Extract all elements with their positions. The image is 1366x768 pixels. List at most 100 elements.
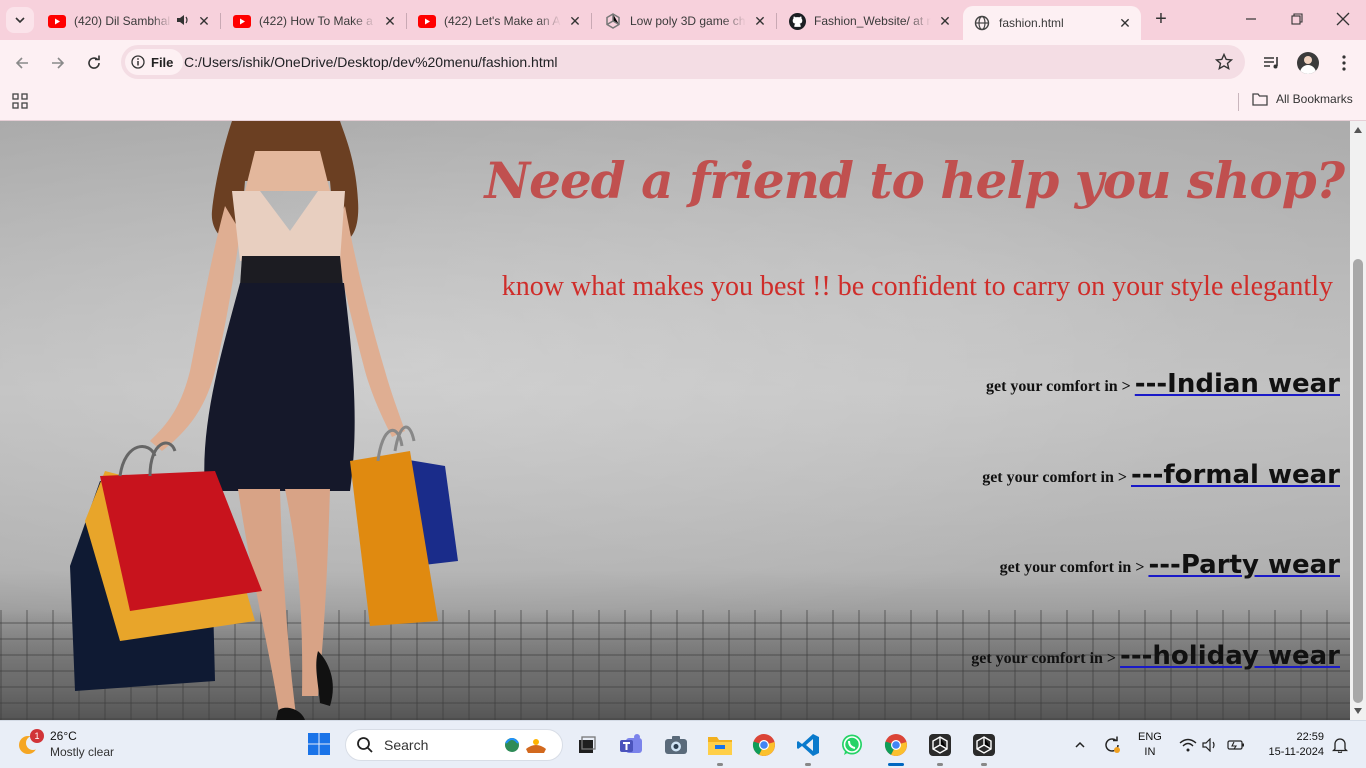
weather-widget[interactable]: 1 26°C Mostly clear <box>16 728 114 760</box>
whatsapp-button[interactable] <box>838 731 866 759</box>
browser-tab[interactable]: (422) Let's Make an A ✕ <box>408 6 592 36</box>
party-wear-link[interactable]: ---Party wear <box>1148 552 1340 578</box>
minimize-button[interactable] <box>1240 8 1262 30</box>
category-row: get your comfort in > ---Party wear <box>1000 552 1340 578</box>
system-clock[interactable]: 22:59 15-11-2024 <box>1254 730 1324 760</box>
tab-close-icon[interactable]: ✕ <box>382 13 398 29</box>
tab-title: (420) Dil Sambhal <box>74 14 171 28</box>
unity-editor-button[interactable] <box>970 731 998 766</box>
start-button[interactable] <box>307 732 331 761</box>
clock-date: 15-11-2024 <box>1268 746 1324 758</box>
taskbar-search[interactable]: Search <box>345 729 563 761</box>
teams-icon <box>620 734 642 753</box>
vscode-button[interactable] <box>794 731 822 766</box>
category-row: get your comfort in > ---Indian wear <box>986 371 1340 397</box>
windows-taskbar: 1 26°C Mostly clear Search ENG IN 22:59 … <box>0 720 1366 768</box>
restore-button[interactable] <box>1286 8 1308 30</box>
clock-time: 22:59 <box>1296 731 1324 743</box>
show-hidden-icons-button[interactable] <box>1066 731 1094 759</box>
browser-toolbar: File C:/Users/ishik/OneDrive/Desktop/dev… <box>0 40 1366 85</box>
bell-icon <box>1332 738 1348 753</box>
category-prefix: get your comfort in > <box>985 378 1131 395</box>
page-tagline: know what makes you best !! be confident… <box>501 271 1333 302</box>
tab-separator <box>220 13 221 29</box>
folder-icon <box>708 737 732 755</box>
volume-button[interactable] <box>1196 731 1224 759</box>
minimize-icon <box>1246 18 1256 20</box>
page-scrollbar[interactable] <box>1350 121 1366 720</box>
unity-icon <box>604 12 622 30</box>
language-code: ENG <box>1138 731 1162 743</box>
battery-icon <box>1227 740 1244 750</box>
camera-icon <box>665 736 687 754</box>
star-icon <box>1214 52 1234 71</box>
running-indicator <box>805 763 811 766</box>
browser-tab[interactable]: (422) How To Make a ✕ <box>223 6 407 36</box>
tab-title: fashion.html <box>999 16 1064 30</box>
url-text[interactable]: C:/Users/ishik/OneDrive/Desktop/dev%20me… <box>184 54 558 70</box>
unity-hub-button[interactable] <box>926 731 954 766</box>
forward-button[interactable] <box>46 51 70 75</box>
scrollbar-thumb[interactable] <box>1353 259 1363 703</box>
browser-tab[interactable]: Low poly 3D game ch ✕ <box>594 6 777 36</box>
teams-button[interactable] <box>617 731 645 759</box>
site-info-chip[interactable]: File <box>125 49 184 75</box>
holiday-wear-link[interactable]: ---holiday wear <box>1120 643 1340 669</box>
tab-close-icon[interactable]: ✕ <box>1117 15 1133 31</box>
all-bookmarks-button[interactable]: All Bookmarks <box>1252 92 1353 106</box>
camera-button[interactable] <box>662 731 690 759</box>
back-button[interactable] <box>10 51 34 75</box>
battery-button[interactable] <box>1222 731 1250 759</box>
file-explorer-button[interactable] <box>706 731 734 766</box>
reload-button[interactable] <box>82 51 106 75</box>
tab-close-icon[interactable]: ✕ <box>196 13 212 29</box>
youtube-icon <box>48 12 66 30</box>
address-bar[interactable]: File C:/Users/ishik/OneDrive/Desktop/dev… <box>121 45 1245 79</box>
tab-close-icon[interactable]: ✕ <box>937 13 953 29</box>
indian-wear-link[interactable]: ---Indian wear <box>1135 371 1340 397</box>
new-tab-button[interactable]: + <box>1150 8 1172 30</box>
arrow-right-icon <box>52 57 65 69</box>
window-close-button[interactable] <box>1332 8 1354 30</box>
notification-badge: 1 <box>30 729 44 743</box>
tab-separator <box>406 13 407 29</box>
tab-title: (422) How To Make a <box>259 14 373 28</box>
running-indicator <box>937 763 943 766</box>
chevron-down-icon <box>15 17 25 24</box>
scroll-down-arrow-icon[interactable] <box>1354 708 1362 714</box>
media-control-button[interactable] <box>1260 51 1284 75</box>
folder-icon <box>1252 93 1268 106</box>
formal-wear-link[interactable]: ---formal wear <box>1131 462 1340 488</box>
chrome-active-button[interactable] <box>882 731 910 766</box>
chrome-button[interactable] <box>750 731 778 759</box>
speaker-icon[interactable] <box>176 14 190 29</box>
task-view-button[interactable] <box>572 731 600 759</box>
sync-button[interactable] <box>1098 731 1126 759</box>
chrome-icon <box>752 734 775 756</box>
tab-strip: (420) Dil Sambhal ✕ (422) How To Make a … <box>0 0 1366 40</box>
avatar <box>1297 52 1319 74</box>
unity-icon <box>929 734 951 756</box>
browser-tab-active[interactable]: fashion.html ✕ <box>963 6 1141 40</box>
more-vertical-icon <box>1342 55 1346 71</box>
page-viewport: Need a friend to help you shop? know wha… <box>0 121 1350 720</box>
profile-button[interactable] <box>1296 51 1320 75</box>
tab-search-button[interactable] <box>6 7 34 33</box>
apps-button[interactable] <box>12 93 28 114</box>
tab-close-icon[interactable]: ✕ <box>752 13 768 29</box>
running-indicator <box>717 763 723 766</box>
language-indicator[interactable]: ENG IN <box>1138 730 1162 760</box>
arrow-left-icon <box>15 57 28 69</box>
globe-icon <box>973 14 991 32</box>
bookmarks-bar: All Bookmarks <box>0 85 1366 121</box>
tab-title: (422) Let's Make an A <box>444 14 561 28</box>
scroll-up-arrow-icon[interactable] <box>1354 127 1362 133</box>
browser-tab[interactable]: (420) Dil Sambhal ✕ <box>38 6 221 36</box>
tab-close-icon[interactable]: ✕ <box>567 13 583 29</box>
notifications-button[interactable] <box>1326 731 1354 759</box>
browser-tab[interactable]: Fashion_Website/ at n ✕ <box>778 6 961 36</box>
search-placeholder: Search <box>384 737 429 753</box>
unity-icon <box>973 734 995 756</box>
bookmark-star-button[interactable] <box>1214 52 1234 76</box>
menu-button[interactable] <box>1332 51 1356 75</box>
